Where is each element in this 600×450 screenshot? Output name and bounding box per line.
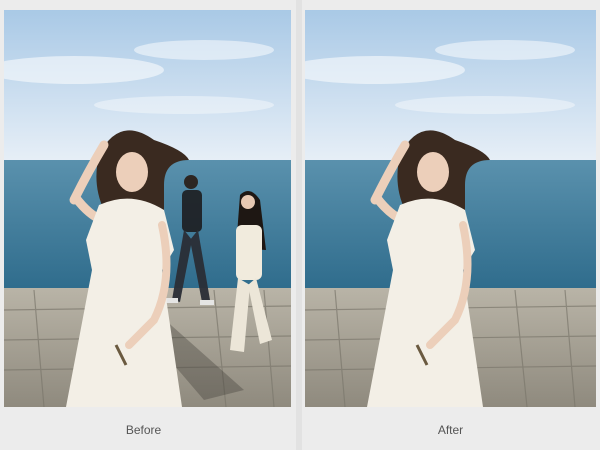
after-photo	[305, 10, 596, 407]
after-image	[305, 10, 596, 407]
cloud	[435, 40, 575, 60]
cloud	[134, 40, 274, 60]
before-image	[4, 10, 291, 407]
before-photo	[4, 10, 291, 407]
after-caption: After	[437, 423, 464, 437]
panel-divider	[296, 0, 302, 450]
before-caption: Before	[125, 423, 162, 437]
cloud	[395, 96, 575, 114]
cloud	[94, 96, 274, 114]
